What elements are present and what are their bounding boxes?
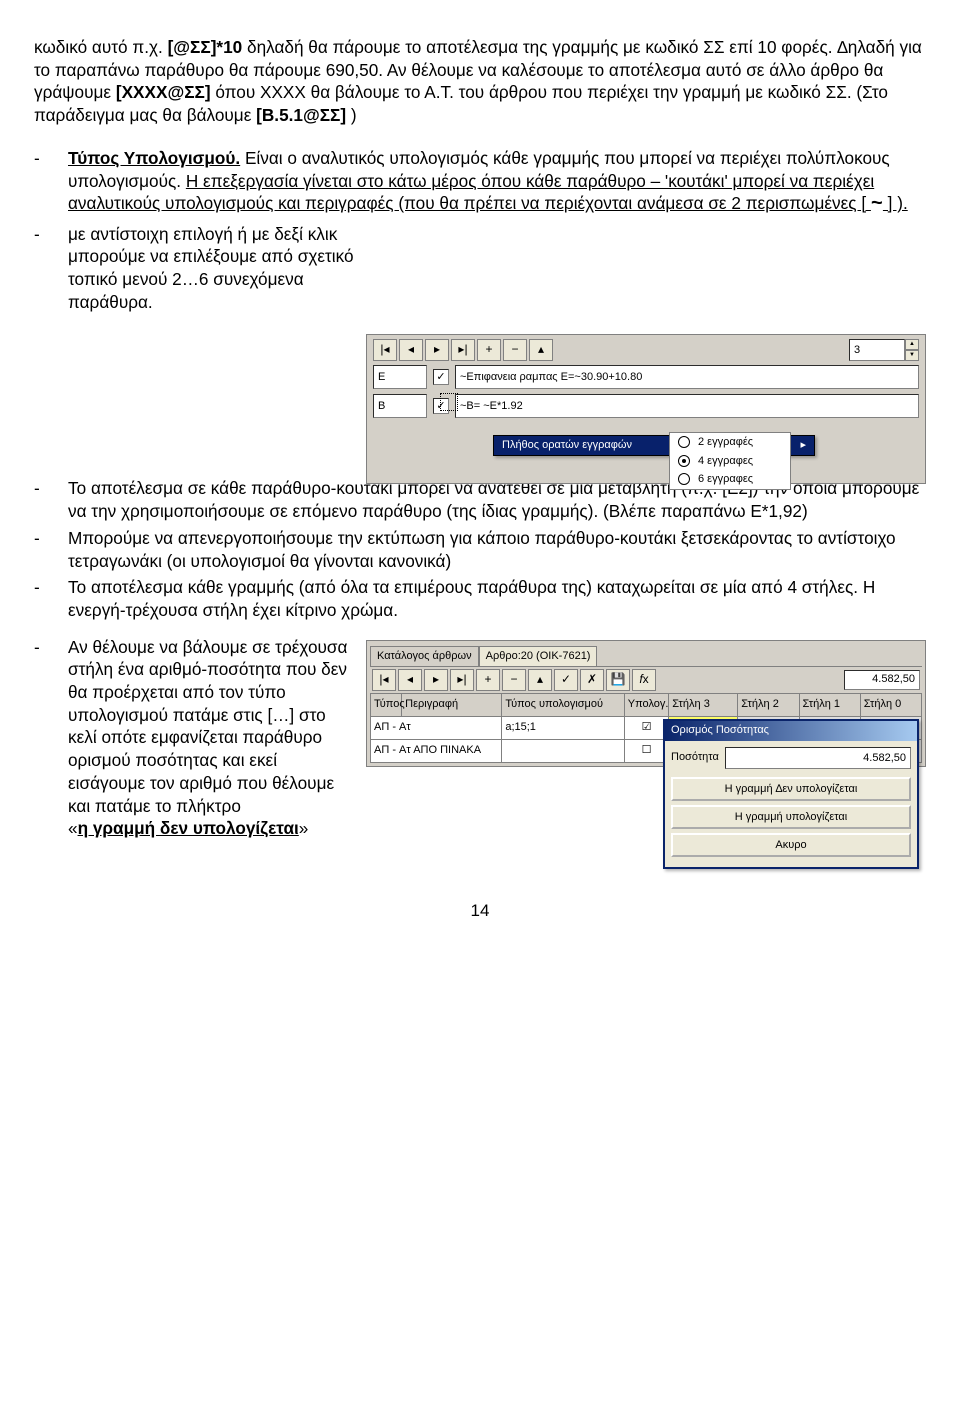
grid-save-icon[interactable]: 💾 [606, 669, 630, 691]
nav-last-icon[interactable]: ▸| [451, 339, 475, 361]
grid-remove-icon[interactable]: − [502, 669, 526, 691]
nav-remove-icon[interactable]: − [503, 339, 527, 361]
grid-next-icon[interactable]: ▸ [424, 669, 448, 691]
grid-fx-icon[interactable]: fx [632, 669, 656, 691]
code-field-2[interactable]: B [373, 394, 427, 418]
print-checkbox-1[interactable]: ✓ [433, 369, 449, 385]
figure-formula-panels: |◂ ◂ ▸ ▸| + − ▴ 3 ▲▼ E ✓ ~Επιφανεια ραμπ… [366, 334, 926, 484]
list-item-4: - Μπορούμε να απενεργοποιήσουμε την εκτύ… [34, 527, 926, 572]
print-checkbox-2[interactable]: ✓ [433, 398, 449, 414]
nav-next-icon[interactable]: ▸ [425, 339, 449, 361]
panel-count-spinner[interactable]: 3 ▲▼ [849, 339, 919, 361]
not-calculated-button[interactable]: Η γραμμή ∆εν υπολογίζεται [671, 777, 911, 801]
quantity-input[interactable]: 4.582,50 [725, 747, 911, 769]
grid-first-icon[interactable]: |◂ [372, 669, 396, 691]
code-field-1[interactable]: E [373, 365, 427, 389]
grid-add-icon[interactable]: + [476, 669, 500, 691]
grid-cancel-icon[interactable]: ✗ [580, 669, 604, 691]
list-item-typos: - Τύπος Υπολογισμού. Είναι ο αναλυτικός … [34, 147, 926, 219]
nav-edit-icon[interactable]: ▴ [529, 339, 553, 361]
list-item-3: - Το αποτέλεσμα σε κάθε παράθυρο-κουτάκι… [34, 477, 926, 522]
tab-article[interactable]: Αρθρο:20 (ΟΙΚ-7621) [479, 646, 598, 666]
grid-last-icon[interactable]: ▸| [450, 669, 474, 691]
records-4-option[interactable]: 4 εγγραφες [670, 452, 790, 471]
grid-prev-icon[interactable]: ◂ [398, 669, 422, 691]
list-item-6: - Κατάλογος άρθρων Αρθρο:20 (ΟΙΚ-7621) |… [34, 636, 926, 840]
page-number: 14 [34, 900, 926, 922]
nav-add-icon[interactable]: + [477, 339, 501, 361]
records-6-option[interactable]: 6 εγγραφες [670, 470, 790, 489]
cancel-button[interactable]: Ακυρο [671, 833, 911, 857]
dialog-title: Ορισμός Ποσότητας [665, 721, 917, 741]
figure-quantity-dialog: Κατάλογος άρθρων Αρθρο:20 (ΟΙΚ-7621) |◂ … [366, 640, 926, 767]
formula-field-2[interactable]: ~B= ~E*1.92 [455, 394, 919, 418]
nav-first-icon[interactable]: |◂ [373, 339, 397, 361]
list-item-5: - Το αποτέλεσμα κάθε γραμμής (από όλα τα… [34, 576, 926, 621]
quantity-dialog: Ορισμός Ποσότητας Ποσότητα 4.582,50 Η γρ… [663, 719, 919, 869]
context-menu-rows[interactable]: Πλήθος ορατών εγγραφών ▸ 2 εγγραφές 4 εγ… [493, 435, 815, 456]
total-value: 4.582,50 [844, 670, 920, 690]
list-item-2: - με αντίστοιχη επιλογή ή με δεξί κλικ μ… [34, 223, 926, 314]
records-2-option[interactable]: 2 εγγραφές [670, 433, 790, 452]
grid-check-icon[interactable]: ✓ [554, 669, 578, 691]
nav-prev-icon[interactable]: ◂ [399, 339, 423, 361]
calculated-button[interactable]: Η γραμμή υπολογίζεται [671, 805, 911, 829]
tab-catalog[interactable]: Κατάλογος άρθρων [370, 646, 479, 666]
quantity-label: Ποσότητα [671, 750, 719, 765]
grid-edit-icon[interactable]: ▴ [528, 669, 552, 691]
formula-field-1[interactable]: ~Επιφανεια ραμπας Ε=~30.90+10.80 [455, 365, 919, 389]
intro-paragraph: κωδικό αυτό π.χ. [@ΣΣ]*10 δηλαδή θα πάρο… [34, 36, 926, 127]
